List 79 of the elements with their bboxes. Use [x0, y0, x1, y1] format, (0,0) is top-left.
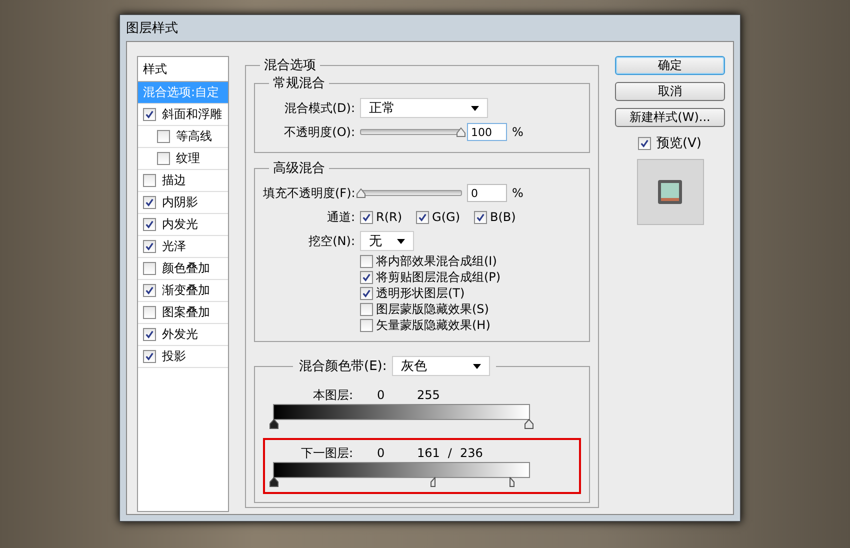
high-value: 161 — [417, 446, 440, 460]
slider-handle[interactable] — [524, 419, 534, 429]
band-label: 本图层: — [312, 386, 353, 404]
style-label: 内阴影 — [162, 194, 198, 211]
field-label: 混合模式(D): — [283, 100, 355, 116]
group-title: 高级混合 — [272, 160, 326, 177]
style-label: 等高线 — [176, 128, 212, 145]
option-label: 图层蒙版隐藏效果(S) — [376, 300, 489, 318]
option-label: 矢量蒙版隐藏效果(H) — [376, 316, 490, 334]
checkbox[interactable] — [143, 284, 156, 297]
field-label: 通道: — [326, 208, 355, 226]
dialog-button[interactable]: 确定 — [615, 56, 725, 75]
checkbox[interactable] — [157, 152, 170, 165]
number-field[interactable]: 100 — [467, 123, 507, 141]
slider-thumb[interactable] — [356, 188, 366, 198]
style-label: 内发光 — [162, 216, 198, 233]
checkbox[interactable] — [360, 254, 373, 268]
checkbox[interactable] — [143, 196, 156, 209]
checkbox[interactable] — [474, 210, 488, 224]
low-value: 0 — [377, 388, 386, 402]
option-label: 将剪贴图层混合成组(P) — [376, 268, 501, 286]
dialog-button[interactable]: 新建样式(W)... — [615, 108, 725, 127]
dropdown-arrow-icon — [471, 106, 479, 110]
checkbox[interactable] — [360, 286, 373, 300]
field-label: 混合颜色带(E): — [299, 358, 387, 375]
dropdown-arrow-icon — [397, 238, 405, 244]
checkbox[interactable] — [143, 328, 156, 341]
checkbox[interactable] — [360, 318, 373, 332]
checkbox[interactable] — [360, 210, 373, 224]
checkbox[interactable] — [638, 136, 652, 150]
checkbox[interactable] — [143, 218, 156, 231]
style-label: 外发光 — [162, 326, 198, 343]
style-label: 光泽 — [162, 238, 186, 255]
unit-label: % — [512, 186, 524, 200]
dialog-button[interactable]: 取消 — [615, 82, 725, 101]
group-title: 混合选项 — [263, 57, 317, 74]
style-label: 斜面和浮雕 — [162, 106, 222, 123]
style-label: 渐变叠加 — [162, 282, 210, 299]
checkbox[interactable] — [143, 108, 156, 121]
checkbox[interactable] — [143, 306, 156, 319]
field-label: 不透明度(O): — [283, 124, 355, 140]
checkbox[interactable] — [143, 174, 156, 187]
slider-handle[interactable] — [269, 477, 279, 487]
checkbox[interactable] — [143, 240, 156, 253]
style-label: 图案叠加 — [162, 304, 210, 321]
band-label: 下一图层: — [300, 444, 353, 462]
option-label: 透明形状图层(T) — [376, 284, 465, 302]
low-value: 0 — [377, 446, 386, 460]
checkbox[interactable] — [360, 270, 373, 284]
preview-label: 预览(V) — [656, 135, 702, 152]
framed-square-drawing — [657, 179, 683, 205]
group-title: 常规混合 — [272, 75, 326, 92]
unit-label: % — [512, 125, 524, 139]
style-label: 投影 — [162, 348, 186, 365]
channel-label: B(B) — [490, 210, 516, 224]
slider-handle[interactable] — [269, 419, 279, 429]
checkbox[interactable] — [143, 350, 156, 363]
field-label: 挖空(N): — [308, 232, 355, 250]
channel-label: R(R) — [376, 210, 402, 224]
field-label: 填充不透明度(F): — [263, 184, 355, 202]
number-field[interactable]: 0 — [467, 184, 507, 202]
dropdown-arrow-icon — [472, 364, 481, 368]
slider-thumb[interactable] — [456, 127, 466, 137]
window-title: 图层样式 — [126, 20, 178, 37]
checkbox[interactable] — [360, 302, 373, 316]
checkbox[interactable] — [143, 262, 156, 275]
separator: / — [448, 446, 452, 460]
channel-label: G(G) — [432, 210, 460, 224]
checkbox[interactable] — [157, 130, 170, 143]
blend-mode-dropdown[interactable]: 正常 — [360, 98, 488, 118]
style-label: 纹理 — [176, 150, 200, 167]
style-label: 颜色叠加 — [162, 260, 210, 277]
knockout-dropdown[interactable]: 无 — [360, 231, 414, 251]
high-value: 255 — [417, 388, 440, 402]
option-label: 将内部效果混合成组(I) — [376, 252, 497, 270]
blend-if-dropdown[interactable]: 灰色 — [392, 356, 490, 376]
checkbox[interactable] — [416, 210, 430, 224]
high-value: 236 — [460, 446, 483, 460]
style-label: 描边 — [162, 172, 186, 189]
